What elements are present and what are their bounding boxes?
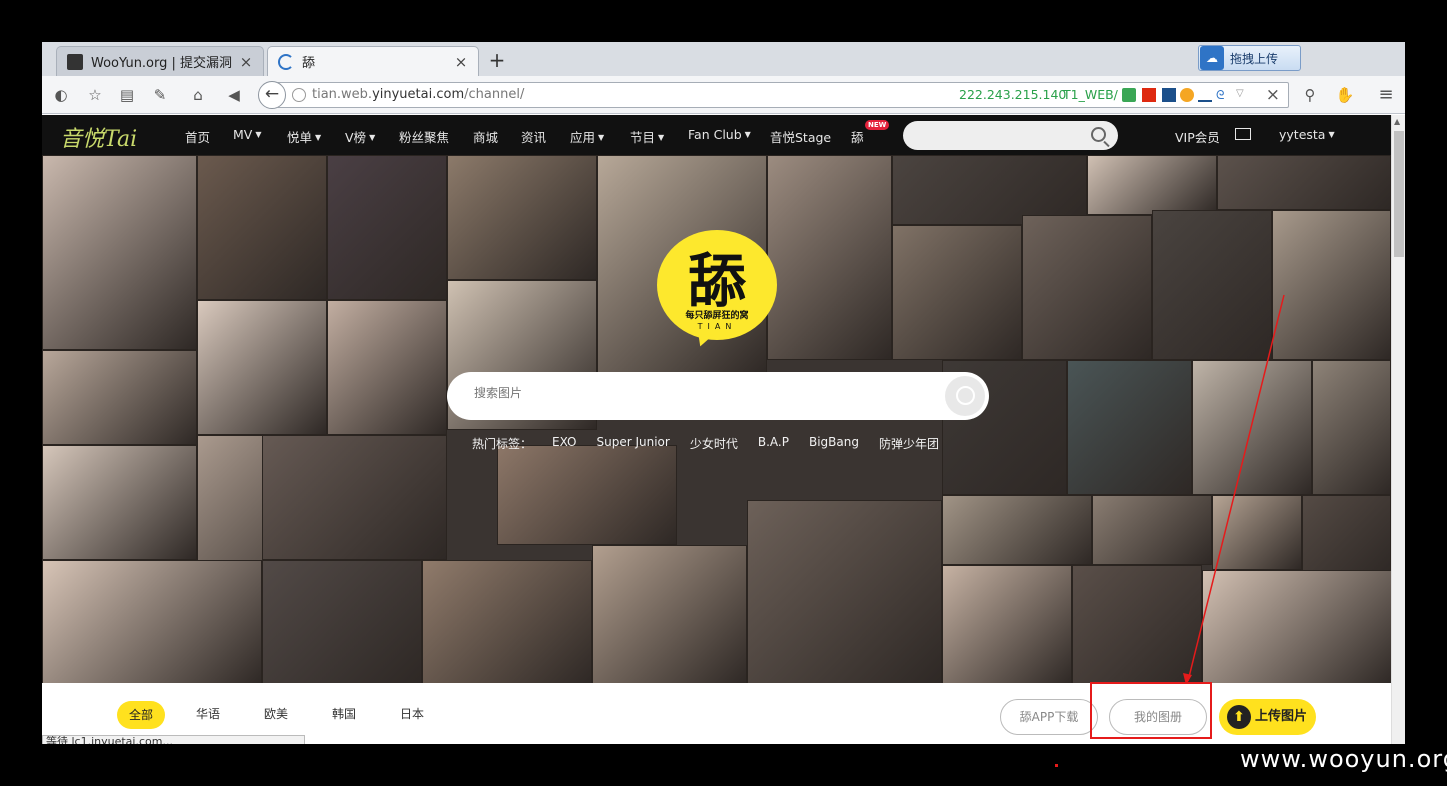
filter-tab-all[interactable]: 全部 xyxy=(117,701,165,729)
addon-icon[interactable] xyxy=(1162,88,1176,102)
url-path: /channel/ xyxy=(464,87,525,102)
cloud-icon: ☁ xyxy=(1200,46,1224,70)
addon-circle-icon[interactable] xyxy=(1180,88,1194,102)
server-tag: T1_WEB/ xyxy=(1063,87,1118,102)
nav-item-label: 应用 xyxy=(570,130,596,145)
search-engine-icon[interactable]: ⚲ xyxy=(1300,85,1320,105)
annotation-arrow xyxy=(1183,294,1285,683)
mail-icon[interactable] xyxy=(1235,128,1251,140)
close-tab-icon[interactable]: × xyxy=(239,53,253,71)
caret-icon: ▼ xyxy=(369,133,376,142)
nav-item[interactable]: 粉丝聚焦 xyxy=(399,127,449,146)
wrench-icon[interactable]: ✎ xyxy=(150,85,170,105)
nav-item[interactable]: 舔 xyxy=(851,127,864,146)
nav-item[interactable]: MV ▼ xyxy=(233,127,262,142)
nav-item-label: 节目 xyxy=(630,130,656,145)
caret-icon: ▼ xyxy=(744,130,751,139)
shield-icon[interactable] xyxy=(1122,88,1136,102)
site-header: 音悦Tai 首页 MV ▼ 悦单 ▼ V榜 ▼ 粉丝聚焦 商城 资讯 应用 ▼ 节目 ▼ Fan Club ▼… xyxy=(42,115,1391,155)
nav-item[interactable]: 音悦Stage xyxy=(770,127,831,146)
url-domain: yinyuetai.com xyxy=(372,87,465,102)
nav-item-label: 资讯 xyxy=(521,130,547,145)
tab-title: 舔 xyxy=(302,56,316,71)
address-bar[interactable]: tian.web.yinyuetai.com/channel/ 222.243.… xyxy=(278,82,1289,108)
server-ip: 222.243.215.140 xyxy=(959,87,1067,102)
nav-item-label: 舔 xyxy=(851,130,864,145)
nav-item[interactable]: Fan Club ▼ xyxy=(688,127,751,142)
vip-link[interactable]: VIP会员 xyxy=(1175,127,1220,146)
watermark: www.wooyun.org xyxy=(1240,745,1447,773)
filter-tab-korean[interactable]: 韩国 xyxy=(332,705,356,722)
nav-item[interactable]: 节目 ▼ xyxy=(630,127,664,146)
upload-image-button[interactable]: ⬆ 上传图片 xyxy=(1219,699,1316,735)
nav-item[interactable]: 悦单 ▼ xyxy=(287,127,321,146)
drag-upload-label: 拖拽上传 xyxy=(1230,51,1279,66)
menu-icon[interactable]: ≡ xyxy=(1376,85,1396,105)
back-button[interactable]: ← xyxy=(258,81,286,109)
nav-item-label: 首页 xyxy=(185,130,211,145)
nav-item-label: 商城 xyxy=(473,130,499,145)
nav-item-label: V榜 xyxy=(345,130,367,145)
nav-item-label: MV xyxy=(233,127,253,142)
nav-item-label: 悦单 xyxy=(287,130,313,145)
upload-arrow-icon: ⬆ xyxy=(1227,705,1251,729)
downloads-icon[interactable]: ✋ xyxy=(1335,85,1355,105)
nav-item[interactable]: 应用 ▼ xyxy=(570,127,604,146)
new-tab-button[interactable]: + xyxy=(486,48,508,72)
nav-item-label: Fan Club xyxy=(688,127,742,142)
scroll-up-icon[interactable]: ▲ xyxy=(1394,117,1400,126)
drag-upload-extension-button[interactable]: ☁ 拖拽上传 xyxy=(1198,45,1301,71)
tab-wooyun[interactable]: WooYun.org | 提交漏洞 × xyxy=(56,46,264,76)
filter-tab-chinese[interactable]: 华语 xyxy=(196,705,220,722)
status-bar: 等待 lc1.inyuetai.com... xyxy=(42,735,305,744)
red-dot xyxy=(1055,764,1058,767)
stop-icon[interactable]: × xyxy=(1266,85,1280,105)
caret-icon: ▼ xyxy=(255,130,262,139)
nav-item-label: 粉丝聚焦 xyxy=(399,130,450,145)
caret-icon: ▼ xyxy=(598,133,605,142)
nav-item[interactable]: 首页 xyxy=(185,127,210,146)
tab-title: WooYun.org | 提交漏洞 xyxy=(91,56,233,71)
caret-icon: ▼ xyxy=(315,133,322,142)
url-text[interactable]: tian.web.yinyuetai.com/channel/ xyxy=(312,87,524,102)
china-flag-icon xyxy=(1142,88,1156,102)
nav-item-label: 音悦Stage xyxy=(770,130,832,145)
upload-label: 上传图片 xyxy=(1255,709,1308,724)
mask-icon[interactable]: ◐ xyxy=(51,85,71,105)
addon-wave-icon[interactable]: ᘓ xyxy=(1216,88,1230,102)
loading-icon xyxy=(278,53,294,70)
header-search-input[interactable] xyxy=(903,121,1118,150)
navigation-toolbar: ◐ ☆ ▤ ✎ ⌂ ◀ tian.web.yinyuetai.com/chann… xyxy=(42,76,1405,114)
username: yytesta xyxy=(1279,127,1326,142)
site-logo[interactable]: 音悦Tai xyxy=(60,121,137,153)
nav-item[interactable]: 资讯 xyxy=(521,127,546,146)
search-icon[interactable] xyxy=(1091,127,1106,142)
dropdown-icon[interactable]: ▽ xyxy=(1236,88,1250,102)
user-menu[interactable]: yytesta ▼ xyxy=(1279,127,1335,142)
caret-icon: ▼ xyxy=(658,133,665,142)
wooyun-favicon-icon xyxy=(67,53,83,70)
annotation-highlight-box xyxy=(1090,682,1212,739)
filter-tab-western[interactable]: 欧美 xyxy=(264,705,288,722)
scrollbar-thumb[interactable] xyxy=(1394,131,1404,257)
page-scrollbar[interactable]: ▲ xyxy=(1391,115,1405,744)
url-host: tian.web. xyxy=(312,87,373,102)
hero-banner: 舔 每只舔屏狂的窝 TIAN 热门标签： EXO Super Junior 少女… xyxy=(42,155,1391,683)
tab-tian[interactable]: 舔 × xyxy=(267,46,479,76)
addon-line-icon[interactable] xyxy=(1198,88,1212,102)
speaker-icon[interactable]: ◀ xyxy=(224,85,244,105)
app-download-button[interactable]: 舔APP下载 xyxy=(1000,699,1098,735)
bookmark-star-icon[interactable]: ☆ xyxy=(85,85,105,105)
nav-item[interactable]: 商城 xyxy=(473,127,498,146)
tab-bar: WooYun.org | 提交漏洞 × 舔 × + ☁ 拖拽上传 xyxy=(42,42,1405,76)
globe-icon xyxy=(292,88,306,102)
home-icon[interactable]: ⌂ xyxy=(188,85,208,105)
caret-icon: ▼ xyxy=(1328,130,1335,139)
close-tab-icon[interactable]: × xyxy=(454,53,468,71)
nav-item[interactable]: V榜 ▼ xyxy=(345,127,375,146)
new-badge: NEW xyxy=(865,120,890,130)
reader-icon[interactable]: ▤ xyxy=(117,85,137,105)
browser-window: WooYun.org | 提交漏洞 × 舔 × + ☁ 拖拽上传 ◐ ☆ ▤ ✎… xyxy=(42,42,1405,744)
filter-tab-japanese[interactable]: 日本 xyxy=(400,705,424,722)
